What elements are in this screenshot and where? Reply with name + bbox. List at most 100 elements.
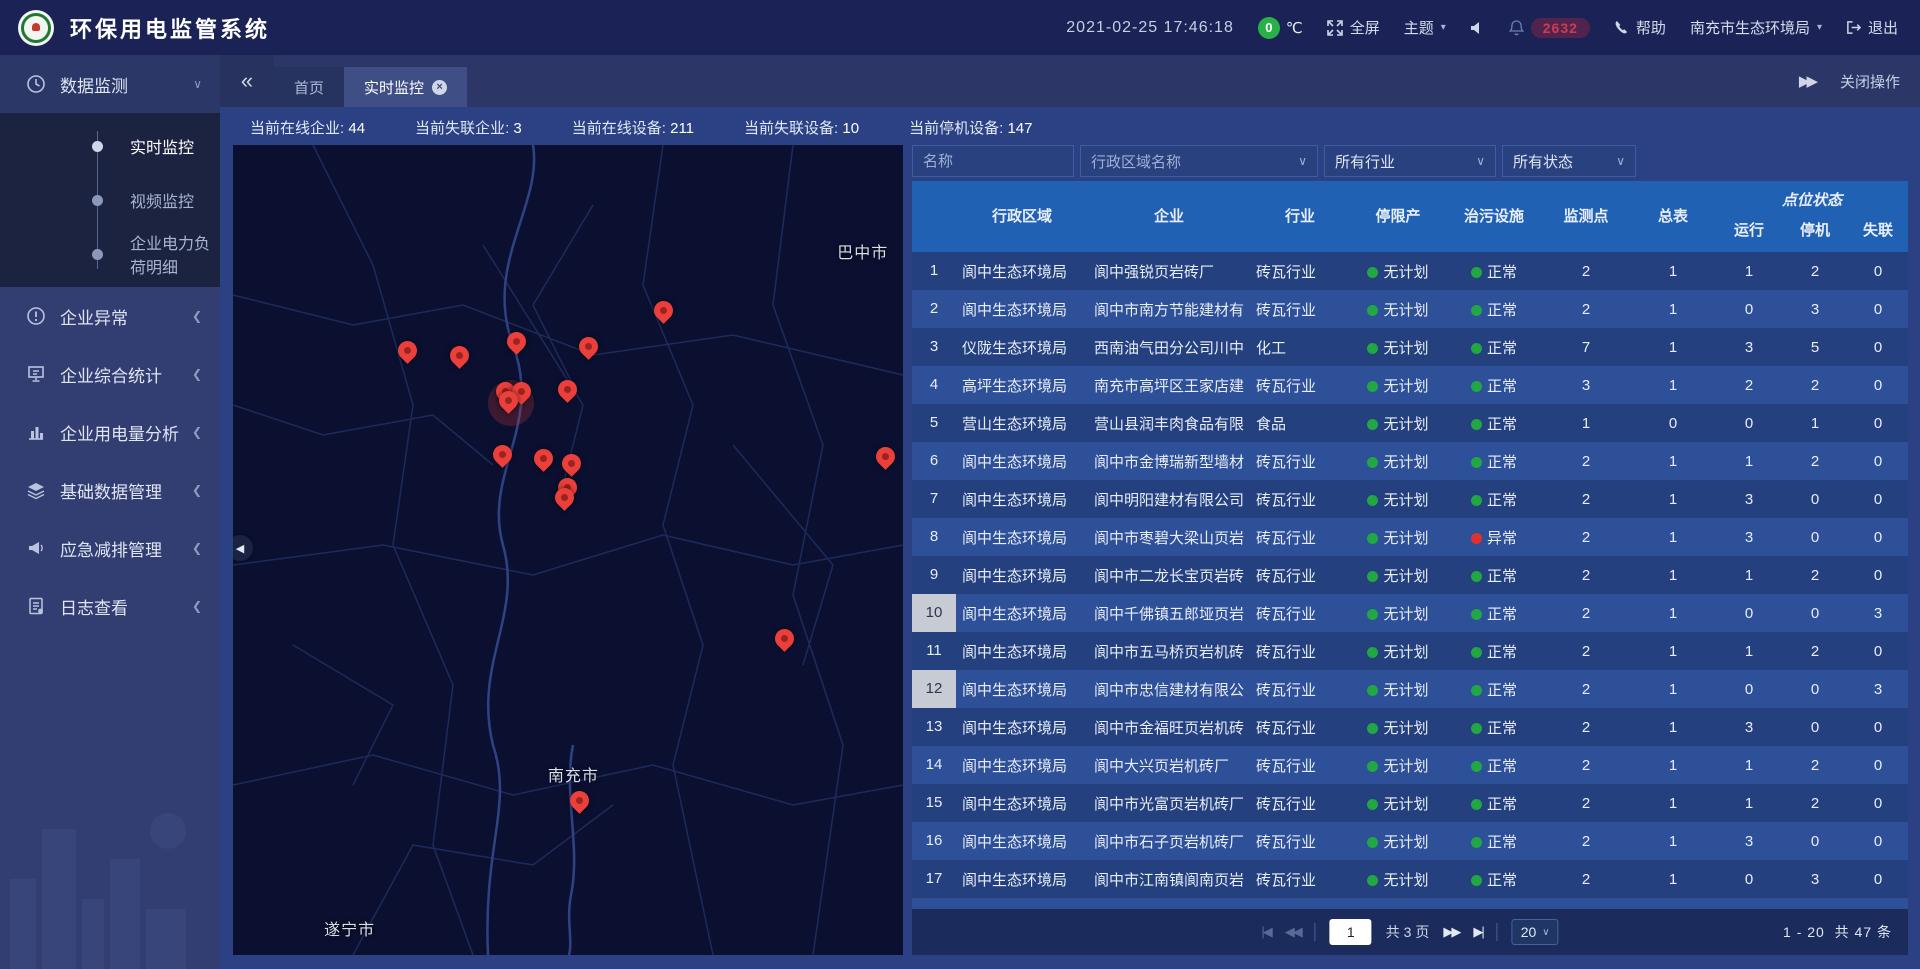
main-content: 当前在线企业: 44当前失联企业: 3当前在线设备: 211当前失联设备: 10… [220,107,1920,969]
cell-company: 阆中强锐页岩砖厂 [1088,261,1250,282]
next-page-icon[interactable]: ▶▶ [1443,924,1459,940]
name-filter-input[interactable] [923,153,1063,170]
sidebar-item-1[interactable]: 企业异常❮ [0,287,220,345]
cell-industry: 化工 [1250,337,1350,358]
first-page-icon[interactable]: |◀ [1261,924,1270,940]
column-header: 点位状态 [1716,189,1908,213]
sidebar-subitem-实时监控[interactable]: 实时监控 [0,119,220,173]
theme-dropdown[interactable]: 主题 ▾ [1404,17,1446,38]
sidebar-item-0[interactable]: 数据监测∨ [0,55,220,113]
cell-plan: 无计划 [1350,565,1446,586]
tab-实时监控[interactable]: 实时监控× [344,67,467,107]
cell-lost: 0 [1848,339,1908,356]
table-row-8[interactable]: 8阆中生态环境局阆中市枣碧大梁山页岩砖瓦行业无计划异常21300 [912,518,1908,556]
table-row-7[interactable]: 7阆中生态环境局阆中明阳建材有限公司砖瓦行业无计划正常21300 [912,480,1908,518]
pagination-bar: |◀ ◀◀ 共 3 页 ▶▶ ▶| 20 ∨ 1 [912,909,1908,955]
map-panel[interactable]: 巴中市南充市遂宁市 ◀ [233,145,903,955]
cell-total: 1 [1630,453,1716,470]
cell-region: 高坪生态环境局 [956,375,1088,396]
table-row-16[interactable]: 16阆中生态环境局阆中市石子页岩机砖厂砖瓦行业无计划正常21300 [912,822,1908,860]
city-label-南充市: 南充市 [548,762,599,786]
table-row-11[interactable]: 11阆中生态环境局阆中市五马桥页岩机砖砖瓦行业无计划正常21120 [912,632,1908,670]
cell-total: 1 [1630,605,1716,622]
sidebar-item-label: 企业用电量分析 [60,420,179,445]
sidebar-item-label: 企业异常 [60,304,128,329]
cell-company: 阆中市忠信建材有限公 [1088,679,1250,700]
cell-points: 1 [1542,415,1630,432]
tab-close-icon[interactable]: × [432,80,447,95]
cell-stop: 0 [1782,491,1848,508]
sidebar-item-4[interactable]: 基础数据管理❮ [0,461,220,519]
status-dot-green [1471,419,1482,430]
table-row-5[interactable]: 5营山生态环境局营山县润丰肉食品有限食品无计划正常10010 [912,404,1908,442]
sidebar-item-6[interactable]: 日志查看❮ [0,577,220,635]
status-dot-green [1471,875,1482,886]
region-filter-select[interactable]: 行政区域名称 ∨ [1080,145,1318,177]
fullscreen-button[interactable]: 全屏 [1327,17,1380,38]
close-operations-button[interactable]: 关闭操作 [1840,71,1900,92]
table-row-9[interactable]: 9阆中生态环境局阆中市二龙长宝页岩砖砖瓦行业无计划正常21120 [912,556,1908,594]
name-filter-field[interactable] [912,145,1074,177]
table-row-18[interactable]: 18南部生态环境局南部县瑞华水泥有限公建材行业无计划正常21060 [912,898,1908,909]
cell-points: 2 [1542,681,1630,698]
cell-idx: 2 [912,290,956,328]
column-header: 失联 [1848,219,1908,243]
cell-idx: 1 [912,252,956,290]
cell-plan: 无计划 [1350,451,1446,472]
table-row-12[interactable]: 12阆中生态环境局阆中市忠信建材有限公砖瓦行业无计划正常21003 [912,670,1908,708]
chevron-down-icon: ∨ [1616,154,1625,168]
table-body: 1阆中生态环境局阆中强锐页岩砖厂砖瓦行业无计划正常211202阆中生态环境局阆中… [912,252,1908,909]
cell-lost: 0 [1848,833,1908,850]
chevron-down-icon: ∨ [1542,927,1549,938]
table-row-14[interactable]: 14阆中生态环境局阆中大兴页岩机砖厂砖瓦行业无计划正常21120 [912,746,1908,784]
cell-region: 阆中生态环境局 [956,869,1088,890]
notifications-button[interactable]: 2632 [1509,18,1590,38]
cell-industry: 砖瓦行业 [1250,451,1350,472]
cell-industry: 砖瓦行业 [1250,831,1350,852]
sound-toggle[interactable] [1470,21,1485,35]
sidebar-item-5[interactable]: 应急减排管理❮ [0,519,220,577]
table-row-3[interactable]: 3仪陇生态环境局西南油气田分公司川中化工无计划正常71350 [912,328,1908,366]
industry-filter-select[interactable]: 所有行业 ∨ [1324,145,1496,177]
page-number-input[interactable] [1330,919,1372,945]
status-dot-green [1367,571,1378,582]
cell-total: 1 [1630,529,1716,546]
cell-facility: 正常 [1446,261,1542,282]
cell-run: 3 [1716,339,1782,356]
cell-stop: 2 [1782,567,1848,584]
help-button[interactable]: 帮助 [1614,17,1666,38]
tab-scroll-left-icon[interactable]: « [220,55,274,107]
table-row-1[interactable]: 1阆中生态环境局阆中强锐页岩砖厂砖瓦行业无计划正常21120 [912,252,1908,290]
chevron-left-icon: ❮ [192,599,202,613]
status-dot-green [1471,685,1482,696]
last-page-icon[interactable]: ▶| [1473,924,1482,940]
status-dot-green [1367,761,1378,772]
logout-button[interactable]: 退出 [1846,17,1898,38]
cell-run: 3 [1716,529,1782,546]
cell-points: 7 [1542,339,1630,356]
sidebar-item-3[interactable]: 企业用电量分析❮ [0,403,220,461]
sidebar-subitem-视频监控[interactable]: 视频监控 [0,173,220,227]
table-row-4[interactable]: 4高坪生态环境局南充市高坪区王家店建砖瓦行业无计划正常31220 [912,366,1908,404]
table-row-10[interactable]: 10阆中生态环境局阆中千佛镇五郎垭页岩砖瓦行业无计划正常21003 [912,594,1908,632]
org-dropdown[interactable]: 南充市生态环境局 ▾ [1690,17,1822,38]
table-row-13[interactable]: 13阆中生态环境局阆中市金福旺页岩机砖砖瓦行业无计划正常21300 [912,708,1908,746]
table-row-15[interactable]: 15阆中生态环境局阆中市光富页岩机砖厂砖瓦行业无计划正常21120 [912,784,1908,822]
table-row-17[interactable]: 17阆中生态环境局阆中市江南镇阆南页岩砖瓦行业无计划正常21030 [912,860,1908,898]
status-filter-select[interactable]: 所有状态 ∨ [1502,145,1636,177]
prev-page-icon[interactable]: ◀◀ [1285,924,1301,940]
status-dot-green [1367,837,1378,848]
sidebar-item-2[interactable]: 企业综合统计❮ [0,345,220,403]
chevron-down-icon: ∨ [1476,154,1485,168]
fullscreen-icon [1327,20,1343,36]
page-size-select[interactable]: 20 ∨ [1512,919,1559,945]
table-row-6[interactable]: 6阆中生态环境局阆中市金博瑞新型墙材砖瓦行业无计划正常21120 [912,442,1908,480]
cell-facility: 正常 [1446,413,1542,434]
cell-region: 阆中生态环境局 [956,679,1088,700]
sidebar-subitem-企业电力负荷明细[interactable]: 企业电力负荷明细 [0,227,220,281]
tab-scroll-right-icon[interactable]: ▶▶ [1799,72,1814,90]
table-row-2[interactable]: 2阆中生态环境局阆中市南方节能建材有砖瓦行业无计划正常21030 [912,290,1908,328]
tab-首页[interactable]: 首页 [274,67,344,107]
cell-idx: 13 [912,708,956,746]
status-dot-green [1471,457,1482,468]
